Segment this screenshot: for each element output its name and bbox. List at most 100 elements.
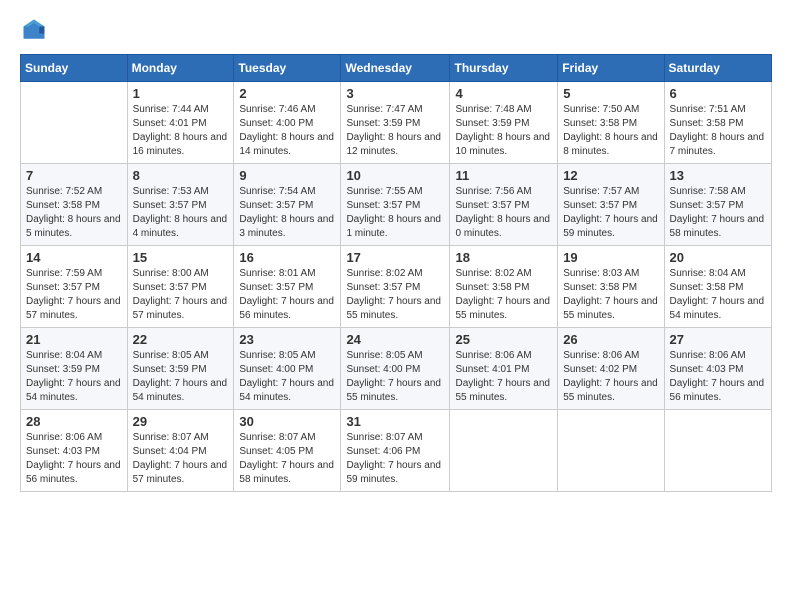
day-number: 24 (346, 332, 444, 347)
day-cell: 12 Sunrise: 7:57 AMSunset: 3:57 PMDayligh… (558, 164, 664, 246)
day-number: 26 (563, 332, 658, 347)
weekday-header-thursday: Thursday (450, 55, 558, 82)
logo-icon (20, 16, 48, 44)
day-detail: Sunrise: 7:47 AMSunset: 3:59 PMDaylight:… (346, 103, 444, 159)
day-detail: Sunrise: 8:04 AMSunset: 3:59 PMDaylight:… (26, 349, 122, 405)
day-cell: 8Sunrise: 7:53 AMSunset: 3:57 PMDaylight… (127, 164, 234, 246)
day-detail: Sunrise: 8:05 AMSunset: 4:00 PMDaylight:… (239, 349, 335, 405)
day-number: 28 (26, 414, 122, 429)
day-number: 11 (455, 168, 552, 183)
day-number: 13 (670, 168, 766, 183)
day-number: 25 (455, 332, 552, 347)
day-number: 30 (239, 414, 335, 429)
calendar: SundayMondayTuesdayWednesdayThursdayFrid… (20, 54, 772, 492)
day-number: 2 (239, 86, 335, 101)
day-detail: Sunrise: 8:02 AMSunset: 3:58 PMDaylight:… (455, 267, 552, 323)
weekday-header-wednesday: Wednesday (341, 55, 450, 82)
day-detail: Sunrise: 8:07 AMSunset: 4:04 PMDaylight:… (133, 431, 229, 487)
day-number: 10 (346, 168, 444, 183)
week-row-4: 28 Sunrise: 8:06 AMSunset: 4:03 PMDayligh… (21, 410, 772, 492)
day-detail: Sunrise: 8:06 AMSunset: 4:03 PMDaylight:… (26, 431, 122, 487)
day-cell: 19 Sunrise: 8:03 AMSunset: 3:58 PMDayligh… (558, 246, 664, 328)
day-number: 9 (239, 168, 335, 183)
weekday-header-saturday: Saturday (664, 55, 771, 82)
day-detail: Sunrise: 8:07 AMSunset: 4:06 PMDaylight:… (346, 431, 444, 487)
day-number: 16 (239, 250, 335, 265)
day-number: 4 (455, 86, 552, 101)
day-number: 1 (133, 86, 229, 101)
day-detail: Sunrise: 7:54 AMSunset: 3:57 PMDaylight:… (239, 185, 335, 241)
day-detail: Sunrise: 8:06 AMSunset: 4:01 PMDaylight:… (455, 349, 552, 405)
weekday-header-friday: Friday (558, 55, 664, 82)
weekday-header-tuesday: Tuesday (234, 55, 341, 82)
week-row-3: 21 Sunrise: 8:04 AMSunset: 3:59 PMDayligh… (21, 328, 772, 410)
day-cell: 20Sunrise: 8:04 AMSunset: 3:58 PMDayligh… (664, 246, 771, 328)
logo (20, 16, 52, 44)
day-number: 17 (346, 250, 444, 265)
day-number: 23 (239, 332, 335, 347)
week-row-2: 14Sunrise: 7:59 AMSunset: 3:57 PMDayligh… (21, 246, 772, 328)
day-cell: 27 Sunrise: 8:06 AMSunset: 4:03 PMDayligh… (664, 328, 771, 410)
day-cell (558, 410, 664, 492)
weekday-header-monday: Monday (127, 55, 234, 82)
day-cell: 24 Sunrise: 8:05 AMSunset: 4:00 PMDayligh… (341, 328, 450, 410)
day-detail: Sunrise: 7:44 AMSunset: 4:01 PMDaylight:… (133, 103, 229, 159)
day-detail: Sunrise: 8:05 AMSunset: 4:00 PMDaylight:… (346, 349, 444, 405)
day-cell (21, 82, 128, 164)
day-number: 27 (670, 332, 766, 347)
day-cell: 13 Sunrise: 7:58 AMSunset: 3:57 PMDayligh… (664, 164, 771, 246)
day-detail: Sunrise: 8:05 AMSunset: 3:59 PMDaylight:… (133, 349, 229, 405)
header (20, 16, 772, 44)
day-detail: Sunrise: 8:03 AMSunset: 3:58 PMDaylight:… (563, 267, 658, 323)
day-cell: 5 Sunrise: 7:50 AMSunset: 3:58 PMDaylight… (558, 82, 664, 164)
day-number: 29 (133, 414, 229, 429)
day-detail: Sunrise: 7:48 AMSunset: 3:59 PMDaylight:… (455, 103, 552, 159)
day-detail: Sunrise: 7:55 AMSunset: 3:57 PMDaylight:… (346, 185, 444, 241)
day-detail: Sunrise: 7:56 AMSunset: 3:57 PMDaylight:… (455, 185, 552, 241)
day-cell: 18 Sunrise: 8:02 AMSunset: 3:58 PMDayligh… (450, 246, 558, 328)
day-number: 12 (563, 168, 658, 183)
day-number: 19 (563, 250, 658, 265)
day-cell: 22 Sunrise: 8:05 AMSunset: 3:59 PMDayligh… (127, 328, 234, 410)
day-cell: 4 Sunrise: 7:48 AMSunset: 3:59 PMDaylight… (450, 82, 558, 164)
day-detail: Sunrise: 7:50 AMSunset: 3:58 PMDaylight:… (563, 103, 658, 159)
day-cell: 28 Sunrise: 8:06 AMSunset: 4:03 PMDayligh… (21, 410, 128, 492)
day-detail: Sunrise: 8:06 AMSunset: 4:03 PMDaylight:… (670, 349, 766, 405)
day-detail: Sunrise: 8:00 AMSunset: 3:57 PMDaylight:… (133, 267, 229, 323)
day-number: 5 (563, 86, 658, 101)
day-number: 14 (26, 250, 122, 265)
day-detail: Sunrise: 8:06 AMSunset: 4:02 PMDaylight:… (563, 349, 658, 405)
day-number: 15 (133, 250, 229, 265)
week-row-1: 7Sunrise: 7:52 AMSunset: 3:58 PMDaylight… (21, 164, 772, 246)
day-detail: Sunrise: 8:02 AMSunset: 3:57 PMDaylight:… (346, 267, 444, 323)
day-number: 7 (26, 168, 122, 183)
day-detail: Sunrise: 8:01 AMSunset: 3:57 PMDaylight:… (239, 267, 335, 323)
day-detail: Sunrise: 7:57 AMSunset: 3:57 PMDaylight:… (563, 185, 658, 241)
day-cell (450, 410, 558, 492)
day-cell: 16 Sunrise: 8:01 AMSunset: 3:57 PMDayligh… (234, 246, 341, 328)
day-cell: 29 Sunrise: 8:07 AMSunset: 4:04 PMDayligh… (127, 410, 234, 492)
day-number: 22 (133, 332, 229, 347)
day-detail: Sunrise: 7:58 AMSunset: 3:57 PMDaylight:… (670, 185, 766, 241)
day-cell: 15 Sunrise: 8:00 AMSunset: 3:57 PMDayligh… (127, 246, 234, 328)
day-cell: 23 Sunrise: 8:05 AMSunset: 4:00 PMDayligh… (234, 328, 341, 410)
day-detail: Sunrise: 7:53 AMSunset: 3:57 PMDaylight:… (133, 185, 229, 241)
day-number: 20 (670, 250, 766, 265)
day-cell: 30 Sunrise: 8:07 AMSunset: 4:05 PMDayligh… (234, 410, 341, 492)
day-cell: 1 Sunrise: 7:44 AMSunset: 4:01 PMDaylight… (127, 82, 234, 164)
day-cell: 31 Sunrise: 8:07 AMSunset: 4:06 PMDayligh… (341, 410, 450, 492)
weekday-header-row: SundayMondayTuesdayWednesdayThursdayFrid… (21, 55, 772, 82)
day-cell: 7Sunrise: 7:52 AMSunset: 3:58 PMDaylight… (21, 164, 128, 246)
day-cell (664, 410, 771, 492)
day-cell: 6Sunrise: 7:51 AMSunset: 3:58 PMDaylight… (664, 82, 771, 164)
day-cell: 17 Sunrise: 8:02 AMSunset: 3:57 PMDayligh… (341, 246, 450, 328)
day-number: 18 (455, 250, 552, 265)
day-detail: Sunrise: 8:07 AMSunset: 4:05 PMDaylight:… (239, 431, 335, 487)
day-number: 6 (670, 86, 766, 101)
day-cell: 11 Sunrise: 7:56 AMSunset: 3:57 PMDayligh… (450, 164, 558, 246)
day-number: 21 (26, 332, 122, 347)
day-cell: 3Sunrise: 7:47 AMSunset: 3:59 PMDaylight… (341, 82, 450, 164)
day-cell: 25 Sunrise: 8:06 AMSunset: 4:01 PMDayligh… (450, 328, 558, 410)
day-cell: 10 Sunrise: 7:55 AMSunset: 3:57 PMDayligh… (341, 164, 450, 246)
day-number: 31 (346, 414, 444, 429)
